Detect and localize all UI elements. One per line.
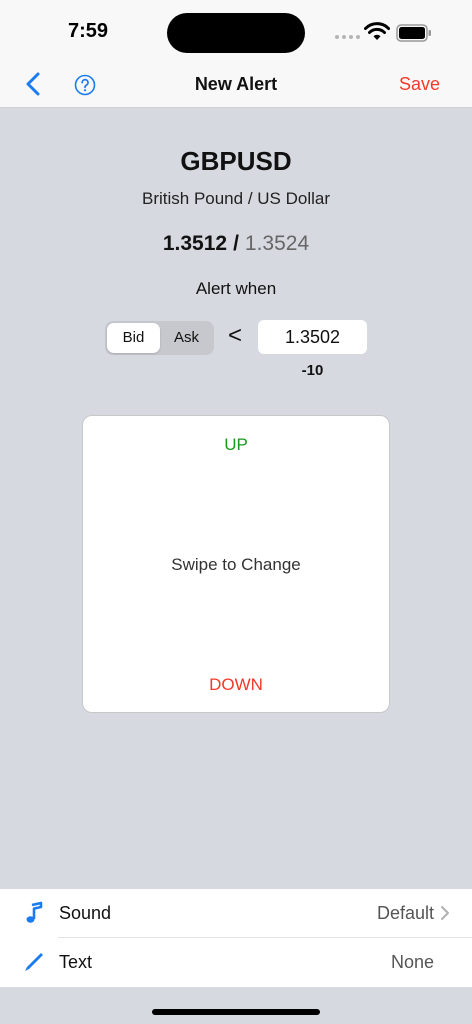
instrument-symbol: GBPUSD [180,146,292,176]
segment-bid[interactable]: Bid [107,323,160,353]
dynamic-island [167,13,305,53]
segment-ask[interactable]: Ask [161,323,212,353]
status-time: 7:59 [68,20,109,42]
pencil-icon [25,953,43,971]
navigation-bar: New Alert Save [0,60,472,108]
sound-label: Sound [59,903,112,923]
comparator-toggle[interactable]: < [228,322,242,350]
chevron-right-icon [441,906,449,920]
text-value: None [390,952,434,972]
settings-row-sound[interactable]: Sound Default [0,889,472,938]
pip-offset-label: -10 [301,362,324,379]
sound-value: Default [376,903,434,923]
save-button[interactable]: Save [399,74,440,95]
price-separator: / [233,232,239,255]
settings-row-text[interactable]: Text None [0,938,472,987]
text-label: Text [59,952,93,972]
alert-settings-list: Sound Default Text None [0,889,472,987]
price-quote: 1.3512/1.3524 [0,232,472,256]
direction-up-label: UP [224,435,248,454]
direction-down-label: DOWN [209,675,263,694]
direction-swipe-card[interactable]: UP Swipe to Change DOWN [82,415,390,713]
ask-price: 1.3524 [244,232,310,255]
new-alert-screen: 7:59 New Alert Save GBPUSD British Pound… [0,0,472,1024]
wifi-icon [364,22,390,40]
home-indicator[interactable] [152,1009,320,1015]
price-side-segmented-control: Bid Ask [105,321,214,355]
music-note-icon [26,901,43,923]
battery-icon [396,24,431,42]
status-bar: 7:59 [0,0,472,60]
instrument-description: British Pound / US Dollar [141,189,331,208]
threshold-price-field[interactable]: 1.3502 [258,320,367,354]
bid-price: 1.3512 [162,232,228,255]
cellular-signal-icon [335,35,360,39]
alert-condition-label: Alert when [195,279,277,298]
swipe-hint: Swipe to Change [171,555,301,574]
